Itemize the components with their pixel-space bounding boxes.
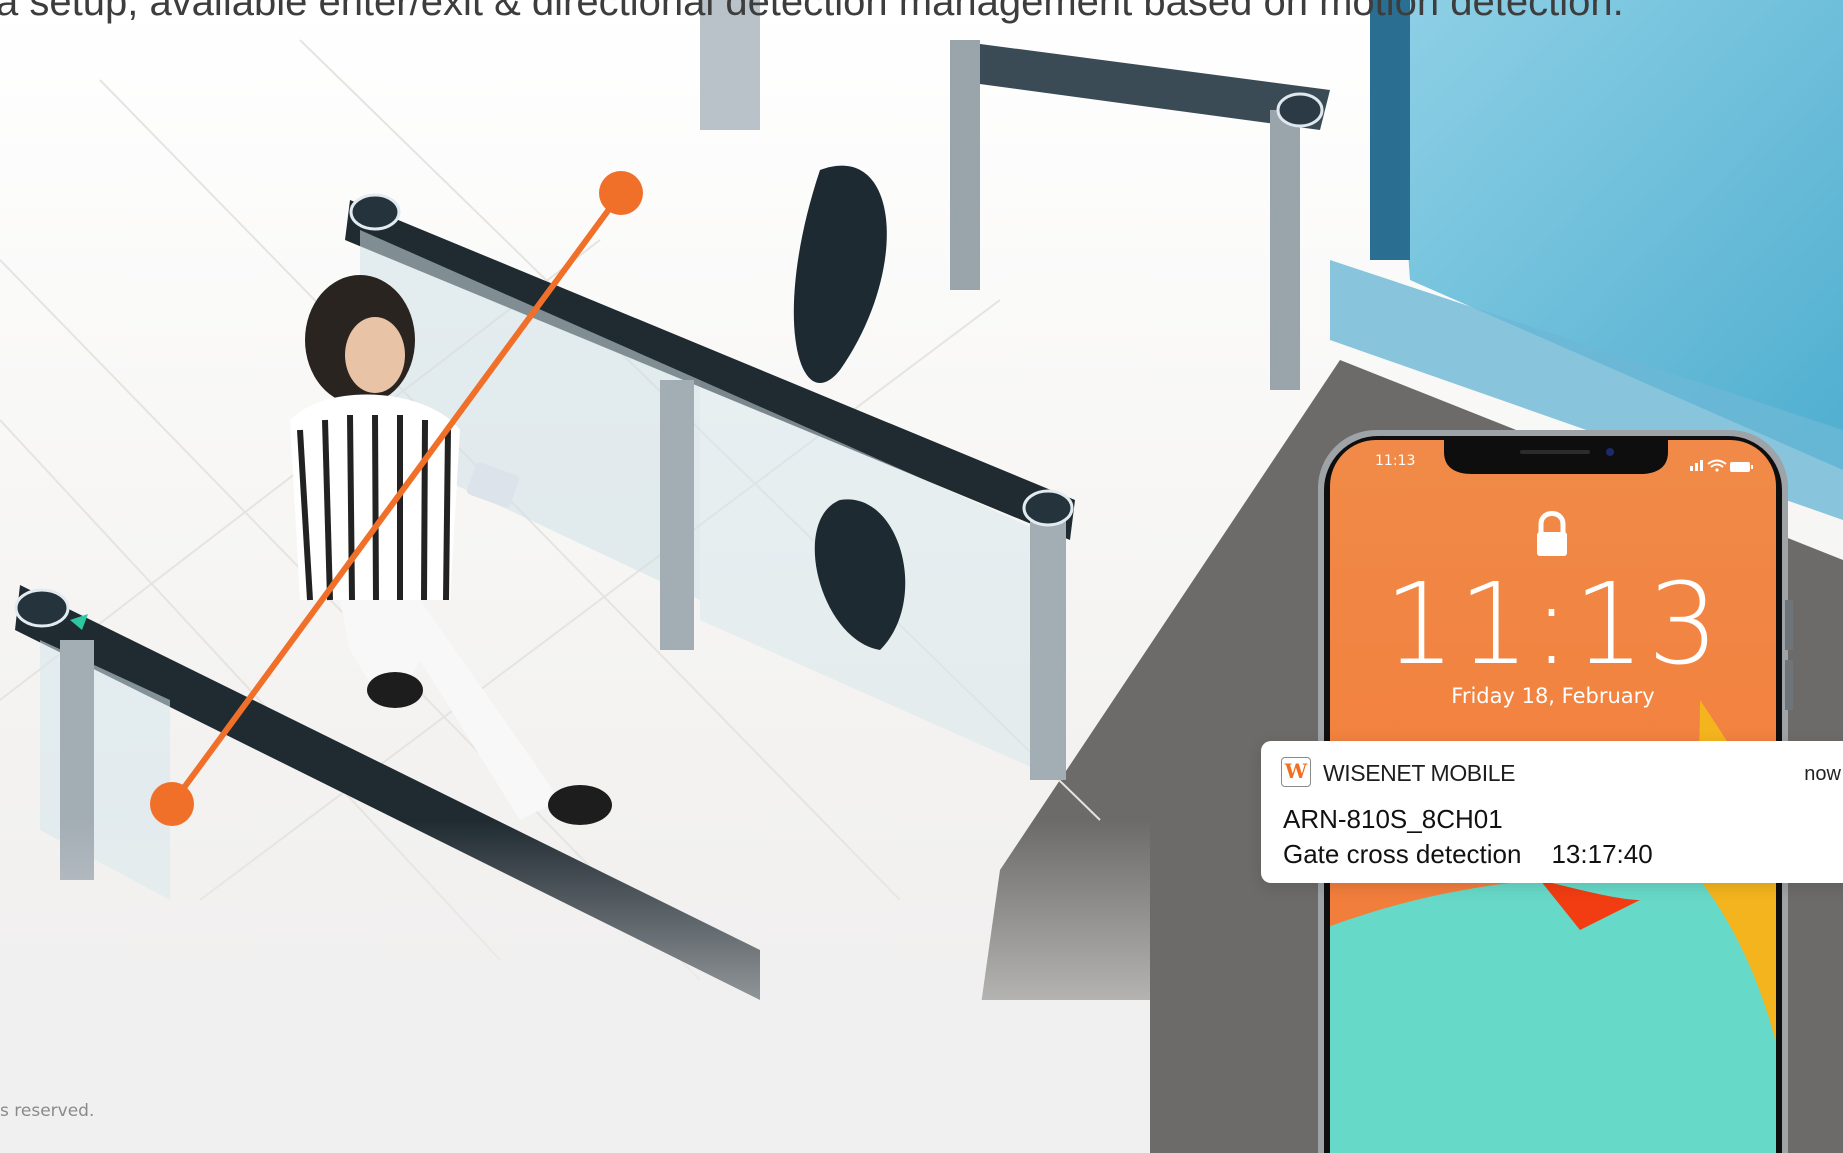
door-frame (1370, 0, 1410, 260)
notification-time: now (1804, 763, 1841, 785)
notification-device: ARN-810S_8CH01 (1283, 804, 1503, 834)
notification-event-row: Gate cross detection 13:17:40 (1283, 839, 1653, 870)
push-notification[interactable]: W WISENET MOBILE now ARN-810S_8CH01 Gate… (1261, 741, 1843, 883)
notification-app-name: WISENET MOBILE (1323, 760, 1516, 786)
lock-screen-clock: 11:13 (1384, 560, 1722, 690)
notification-event: Gate cross detection (1283, 839, 1522, 869)
battery-icon (1730, 462, 1753, 472)
notification-timestamp: 13:17:40 (1551, 839, 1653, 869)
lock-screen-date: Friday 18, February (1451, 684, 1655, 708)
footer-copyright: s reserved. (0, 1101, 95, 1121)
wisenet-logo-icon: W (1281, 757, 1311, 787)
phone-status-time: 11:13 (1375, 453, 1416, 469)
page-headline: a setup, available enter/exit & directio… (0, 0, 1624, 24)
detection-line-endpoint-top (599, 171, 643, 215)
detection-line-endpoint-bottom (150, 782, 194, 826)
